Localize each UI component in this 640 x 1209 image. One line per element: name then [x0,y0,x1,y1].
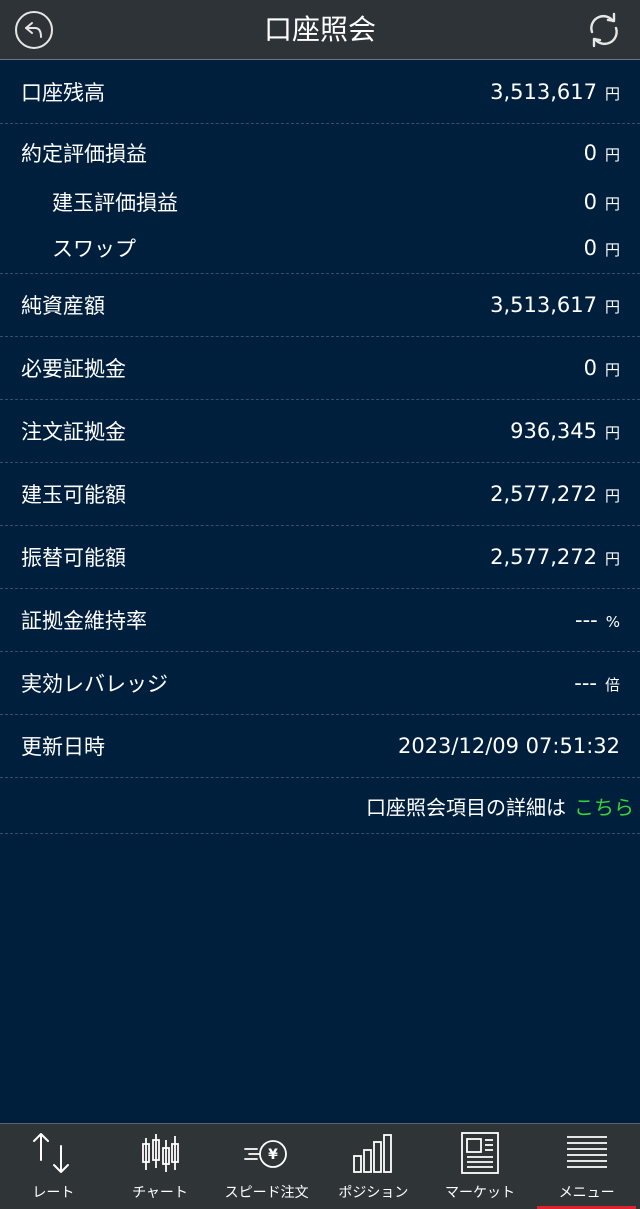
row-label: 純資産額 [21,294,105,318]
section-available-position: 建玉可能額 2,577,272 円 [0,463,640,526]
position-bars-icon [348,1130,398,1176]
row-value: 2,577,272 [490,545,597,569]
row-unrealized-pl: 約定評価損益 0円 [0,124,640,181]
section-account-balance: 口座残高 3,513,617 円 [0,61,640,124]
market-news-icon [455,1130,505,1176]
row-unit: 円 [604,424,620,442]
tab-menu[interactable]: メニュー [533,1124,640,1209]
row-margin-ratio: 証拠金維持率 ---% [0,589,640,651]
tab-speed-order[interactable]: ¥ スピード注文 [213,1124,320,1209]
row-value: 0 [583,190,597,214]
row-unit: 円 [604,298,620,316]
tab-chart[interactable]: チャート [107,1124,214,1209]
row-value: --- [574,671,597,695]
row-value: 0 [583,140,597,165]
row-label: 実効レバレッジ [21,672,168,696]
detail-text: 口座照会項目の詳細は [366,795,566,819]
svg-text:¥: ¥ [268,1147,278,1163]
speed-order-yen-icon: ¥ [242,1130,292,1176]
row-label: 証拠金維持率 [21,609,147,633]
row-transferable: 振替可能額 2,577,272 円 [0,526,640,588]
updated-timestamp: 2023/12/09 07:51:32 [397,734,620,758]
row-unit: 倍 [604,676,620,694]
section-margin-ratio: 証拠金維持率 ---% [0,589,640,652]
refresh-button[interactable] [584,10,624,50]
row-value: 3,513,617 [490,293,597,317]
detail-row: 口座照会項目の詳細は こちら [0,778,640,834]
section-unrealized-pl: 約定評価損益 0円 建玉評価損益 0円 スワップ 0円 [0,124,640,274]
row-value: --- [575,608,598,632]
row-unit: 円 [604,550,620,568]
row-unit: 円 [604,145,620,164]
row-label: 振替可能額 [21,546,126,570]
row-label: 更新日時 [21,735,105,759]
row-effective-leverage: 実効レバレッジ --- 倍 [0,652,640,714]
row-label: 建玉可能額 [21,483,126,507]
row-available-position: 建玉可能額 2,577,272 円 [0,463,640,525]
row-swap: スワップ 0円 [0,223,640,273]
page-title: 口座照会 [263,13,376,46]
row-label: スワップ [52,237,136,261]
row-value: 936,345 [510,419,597,443]
section-transferable: 振替可能額 2,577,272 円 [0,526,640,589]
row-unit: 円 [604,85,620,103]
row-value: 2,577,272 [490,482,597,506]
menu-list-icon [562,1130,612,1176]
row-label: 必要証拠金 [21,357,126,381]
row-account-balance: 口座残高 3,513,617 円 [0,61,640,123]
row-value: 0 [583,356,597,380]
section-updated-at: 更新日時 2023/12/09 07:51:32 [0,715,640,778]
account-summary: 口座残高 3,513,617 円 約定評価損益 0円 建玉評価損益 0円 スワップ… [0,61,640,834]
row-label: 建玉評価損益 [52,191,178,215]
section-required-margin: 必要証拠金 0円 [0,337,640,400]
row-required-margin: 必要証拠金 0円 [0,337,640,399]
tab-market[interactable]: マーケット [427,1124,534,1209]
row-net-assets: 純資産額 3,513,617 円 [0,274,640,336]
row-value: 0 [583,236,597,260]
row-unit: 円 [604,487,620,505]
bottom-tab-bar: レート チャート ¥ スピード注文 ポジション マーケット メニュー [0,1123,640,1209]
tab-label: メニュー [558,1185,615,1201]
row-label: 約定評価損益 [21,141,147,166]
candlestick-chart-icon [135,1130,185,1176]
row-unit: 円 [604,195,620,213]
rate-arrows-icon [28,1130,78,1176]
row-position-pl: 建玉評価損益 0円 [0,181,640,223]
row-unit: % [605,613,620,631]
section-net-assets: 純資産額 3,513,617 円 [0,274,640,337]
tab-label: ポジション [338,1185,409,1201]
refresh-icon [590,12,618,48]
row-unit: 円 [604,241,620,259]
tab-label: スピード注文 [224,1185,309,1201]
row-value: 3,513,617 [490,80,597,104]
app-header: 口座照会 [0,0,640,60]
tab-label: マーケット [445,1185,516,1201]
row-updated-at: 更新日時 2023/12/09 07:51:32 [0,715,640,777]
section-order-margin: 注文証拠金 936,345 円 [0,400,640,463]
tab-label: チャート [132,1185,188,1201]
tab-label: レート [32,1185,75,1201]
row-unit: 円 [604,361,620,379]
section-effective-leverage: 実効レバレッジ --- 倍 [0,652,640,715]
detail-link[interactable]: こちら [574,795,634,819]
row-order-margin: 注文証拠金 936,345 円 [0,400,640,462]
tab-rate[interactable]: レート [0,1124,107,1209]
tab-position[interactable]: ポジション [320,1124,427,1209]
row-label: 注文証拠金 [21,420,126,444]
row-label: 口座残高 [21,81,105,105]
